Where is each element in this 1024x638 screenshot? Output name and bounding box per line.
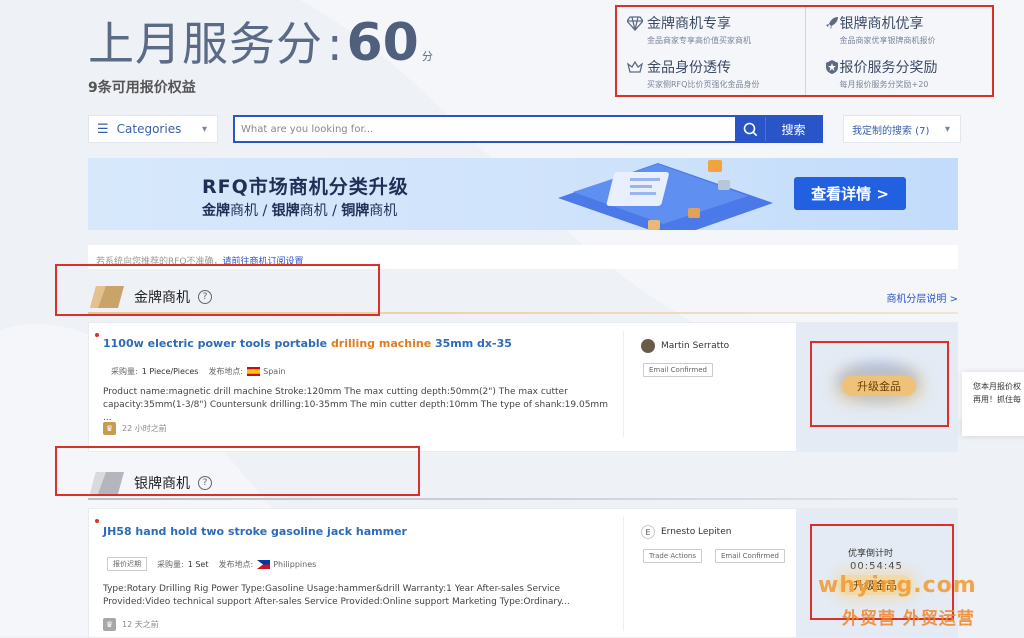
chevron-down-icon: ▾: [944, 123, 950, 135]
buyer-name: Martin Serratto: [661, 341, 730, 351]
search-row: ☰ Categories ▾ 搜索 我定制的搜索 (7) ▾: [88, 115, 961, 143]
buyer-name: Ernesto Lepiten: [661, 527, 732, 537]
annotation-box-gold-cta: [810, 341, 949, 427]
score-colon: :: [327, 17, 343, 71]
rfq-upgrade-banner[interactable]: RFQ市场商机分类升级 金牌商机 / 银牌商机 / 铜牌商机 查看详情 >: [88, 158, 958, 230]
rfq-meta: 采购量: 1 Piece/Pieces 发布地点: Spain: [111, 366, 286, 377]
rfq-description: Product name:magnetic drill machine Stro…: [103, 387, 608, 423]
avatar: [641, 339, 655, 353]
diamond-icon: [626, 15, 644, 31]
banner-gold-suffix: 商机 /: [230, 203, 272, 219]
qty-value: 1 Piece/Pieces: [141, 367, 199, 376]
card-divider: [623, 331, 624, 437]
tip-line: 您本月报价权: [973, 382, 1021, 391]
title-part: 1100w electric power tools portable: [103, 337, 331, 350]
benefit-title: 报价服务分奖励: [839, 60, 938, 76]
location-value: Philippines: [273, 559, 317, 569]
quote-status-tag: 报价迟期: [107, 557, 147, 571]
title-highlight: drilling machine: [330, 337, 432, 350]
unread-dot: [95, 333, 99, 337]
benefit-sub: 买家侧RFQ比价页强化金品身份: [647, 80, 760, 89]
rfq-title-link[interactable]: JH58 hand hold two stroke gasoline jack …: [103, 525, 407, 538]
watermark-text: 外贸营 外贸运营: [842, 609, 975, 629]
location-label: 发布地点:: [218, 559, 254, 569]
shield-star-icon: [824, 59, 840, 75]
benefits-panel: 金牌商机专享 金品商家专享高价值买家商机 银牌商机优享 金品商家优享银牌商机报价…: [615, 5, 994, 97]
email-confirmed-tag: Email Confirmed: [643, 363, 713, 377]
qty-label: 采购量:: [111, 367, 138, 376]
watermark-url: whying.com: [818, 573, 977, 598]
my-custom-search-dropdown[interactable]: 我定制的搜索 (7) ▾: [843, 115, 961, 143]
post-time: ♛ 12 天之前: [103, 618, 159, 631]
chevron-down-icon: ▾: [201, 123, 207, 135]
score-value: 60: [346, 13, 419, 73]
menu-icon: ☰: [97, 121, 109, 137]
location-label: 发布地点:: [208, 367, 244, 376]
categories-label: Categories: [116, 122, 182, 136]
rfq-meta: 报价迟期 采购量: 1 Set 发布地点: Philippines: [107, 557, 316, 571]
quote-rights-tip: 您本月报价权 再用！抓住每: [962, 372, 1024, 436]
search-box: 搜索: [233, 115, 823, 143]
search-icon[interactable]: [735, 117, 765, 141]
location-value: Spain: [263, 367, 286, 376]
rocket-icon: [824, 15, 840, 31]
buyer-info[interactable]: Martin Serratto: [641, 339, 729, 353]
benefit-gold-identity[interactable]: 金品身份透传 买家侧RFQ比价页强化金品身份: [617, 51, 805, 95]
rfq-description: Type:Rotary Drilling Rig Power Type:Gaso…: [103, 584, 570, 607]
quote-rights-count: 9条可用报价权益: [88, 80, 196, 96]
card-divider: [623, 517, 624, 631]
annotation-box-silver-header: [55, 446, 420, 496]
banner-bronze-label: 铜牌: [341, 203, 370, 219]
benefit-sub: 金品商家优享银牌商机报价: [839, 36, 936, 45]
tip-line: 再用！抓住每: [973, 395, 1021, 404]
view-details-button[interactable]: 查看详情 >: [794, 177, 906, 210]
silver-medal-icon: ♛: [103, 618, 116, 631]
last-month-score: 上月服务分 : 60 分: [88, 8, 433, 74]
trade-actions-tag: Trade Actions: [643, 549, 702, 563]
banner-gold-label: 金牌: [202, 203, 230, 219]
banner-title: RFQ市场商机分类升级: [202, 176, 409, 198]
rfq-title-link[interactable]: 1100w electric power tools portable dril…: [103, 337, 512, 350]
banner-silver-label: 银牌: [271, 203, 300, 219]
qty-value: 1 Set: [187, 559, 209, 569]
score-label: 上月服务分: [88, 17, 323, 71]
banner-bronze-suffix: 商机: [369, 203, 398, 219]
benefit-sub: 每月报价服务分奖励+20: [839, 80, 929, 89]
avatar: E: [641, 525, 655, 539]
categories-dropdown[interactable]: ☰ Categories ▾: [88, 115, 218, 143]
silver-divider: [88, 498, 958, 500]
email-confirmed-tag: Email Confirmed: [715, 549, 785, 563]
philippines-flag-icon: [257, 559, 271, 569]
search-button[interactable]: 搜索: [765, 117, 821, 141]
post-time: ♛ 22 小时之前: [103, 422, 167, 435]
tier-explanation-link[interactable]: 商机分层说明 >: [886, 290, 958, 305]
benefit-score-reward[interactable]: 报价服务分奖励 每月报价服务分奖励+20: [804, 51, 993, 95]
banner-silver-suffix: 商机 /: [299, 203, 342, 219]
unread-dot: [95, 519, 99, 523]
benefit-title: 金品身份透传: [647, 60, 731, 76]
gold-medal-icon: ♛: [103, 422, 116, 435]
benefit-sub: 金品商家专享高价值买家商机: [647, 36, 751, 45]
score-unit: 分: [421, 50, 433, 63]
my-search-label: 我定制的搜索 (7): [852, 125, 930, 137]
search-input[interactable]: [235, 117, 735, 141]
spain-flag-icon: [247, 367, 261, 376]
benefit-gold-exclusive[interactable]: 金牌商机专享 金品商家专享高价值买家商机: [617, 7, 805, 51]
title-part: 35mm dx-35: [431, 337, 512, 350]
banner-subtitle: 金牌商机 / 银牌商机 / 铜牌商机: [202, 200, 397, 220]
benefit-silver-priority[interactable]: 银牌商机优享 金品商家优享银牌商机报价: [804, 7, 993, 51]
crown-icon: [626, 59, 644, 75]
benefit-title: 银牌商机优享: [839, 16, 924, 32]
time-text: 12 天之前: [122, 620, 159, 629]
annotation-box-gold-header: [55, 264, 380, 316]
banner-illustration: [558, 160, 773, 230]
time-text: 22 小时之前: [122, 424, 167, 433]
benefit-title: 金牌商机专享: [647, 16, 731, 32]
qty-label: 采购量:: [157, 559, 184, 569]
buyer-info[interactable]: E Ernesto Lepiten: [641, 525, 731, 539]
